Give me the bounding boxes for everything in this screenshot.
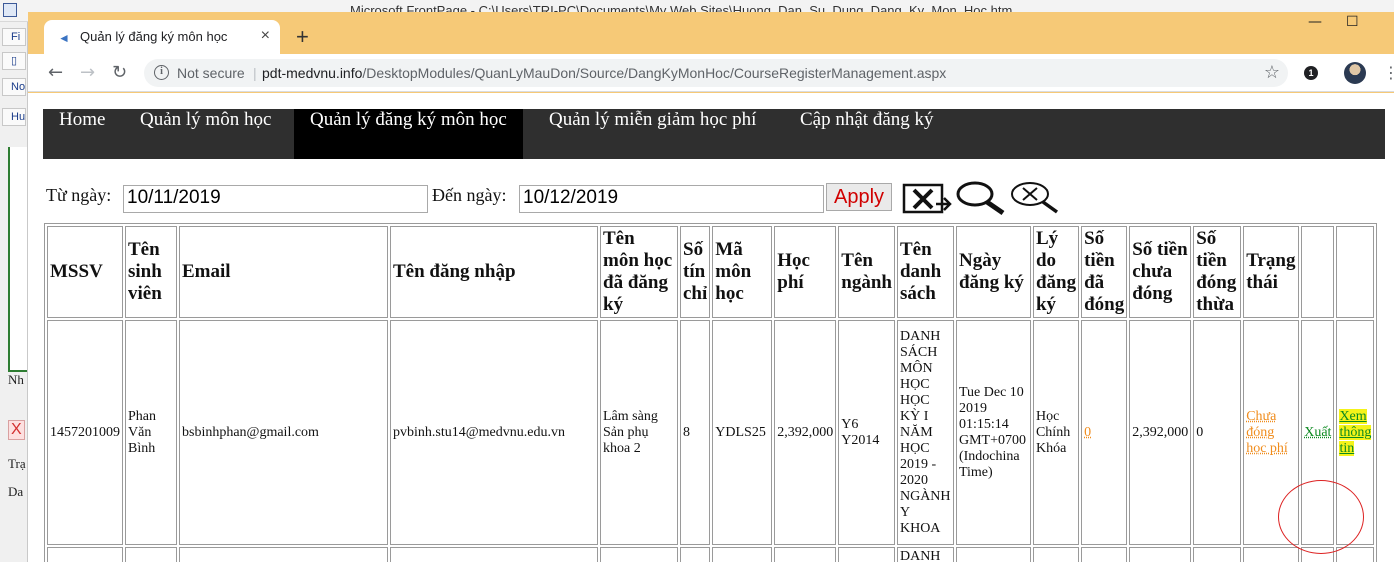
browser-tab[interactable]: ◄ Quản lý đăng ký môn học × (44, 20, 280, 54)
cell-da-dong: 0 (1081, 320, 1127, 545)
forward-arrow-icon[interactable]: → (80, 62, 95, 83)
cell-email: bsbinhphan@gmail.com (179, 320, 388, 545)
cell-chua-dong: 2,392,000 (1129, 320, 1191, 545)
col-trang-thai: Trạng thái (1243, 226, 1299, 318)
cell-ma-mon-hoc: YDLS25 (712, 320, 772, 545)
cell-hoc-phi: 2,392,000 (774, 320, 836, 545)
search-icon[interactable] (955, 180, 1007, 216)
col-xuat (1301, 226, 1334, 318)
excel-export-icon[interactable] (900, 180, 952, 216)
cell-ly-do: Học Chính Khóa (1033, 320, 1079, 545)
main-menu: Home Quản lý môn học Quản lý đăng ký môn… (43, 109, 1385, 159)
table-row: 1457201009 Phan Văn Bình bsbinhphan@gmai… (47, 320, 1374, 545)
frontpage-file-menu[interactable]: Fi (2, 28, 26, 46)
status-badge: Chưa đóng học phí (1246, 409, 1288, 456)
frontpage-page-tab[interactable]: Hu (2, 108, 26, 126)
menu-quan-ly-mien-giam-hoc-phi[interactable]: Quản lý miễn giảm học phí (533, 109, 772, 159)
cell-ten-danh-sach: DANH SÁCH MÔN HỌC HỌC KỲ I NĂM HỌC 2019 … (897, 320, 954, 545)
frontpage-doc-text-2: Trạ (8, 456, 26, 472)
extension-badge-icon[interactable]: 1 (1304, 66, 1318, 80)
cell-dong-thua: 0 (1193, 320, 1241, 545)
col-hoc-phi: Học phí (774, 226, 836, 318)
minimize-button[interactable]: — (1308, 14, 1322, 30)
cell-ten-dang-nhap: pvbinh.stu14@medvnu.edu.vn (390, 320, 598, 545)
address-bar[interactable]: i Not secure | pdt-medvnu.info/DesktopMo… (144, 59, 1288, 87)
col-ngay-dang-ky: Ngày đăng ký (956, 226, 1031, 318)
cell-mssv: 1457201009 (47, 320, 123, 545)
frontpage-style-box[interactable]: No (2, 78, 26, 96)
menu-cap-nhat-dang-ky[interactable]: Cập nhật đăng ký (784, 109, 950, 159)
frontpage-left-panel: Fi ▯ No Hu (0, 22, 28, 562)
url-path: /DesktopModules/QuanLyMauDon/Source/Dang… (362, 65, 946, 81)
col-so-tin-chi: Số tín chỉ (680, 226, 710, 318)
not-secure-label: Not secure (177, 65, 245, 81)
col-xem (1336, 226, 1374, 318)
col-email: Email (179, 226, 388, 318)
frontpage-app-icon (3, 3, 17, 17)
url-host: pdt-medvnu.info (262, 65, 362, 81)
profile-avatar[interactable] (1344, 62, 1366, 84)
address-separator: | (253, 65, 257, 81)
cell-trang-thai: Chưa đóng học phí (1243, 320, 1299, 545)
cell-ten-danh-sach-next: DANH (897, 547, 954, 562)
bookmark-star-icon[interactable]: ☆ (1264, 62, 1280, 83)
view-info-link[interactable]: Xem thông tin (1339, 409, 1371, 456)
reload-icon[interactable]: ↻ (112, 62, 127, 83)
col-so-tien-da-dong: Số tiền đã đóng (1081, 226, 1127, 318)
browser-window: ◄ Quản lý đăng ký môn học × + — ☐ ← → ↻ … (28, 12, 1394, 562)
cell-ten-nganh: Y6 Y2014 (838, 320, 895, 545)
cell-ngay-dang-ky: Tue Dec 10 2019 01:15:14 GMT+0700 (Indoc… (956, 320, 1031, 545)
frontpage-doc-text-3: Da (8, 484, 23, 500)
to-date-input[interactable]: 10/12/2019 (519, 185, 824, 213)
apply-button[interactable]: Apply (826, 183, 892, 211)
clear-search-icon[interactable] (1009, 180, 1061, 216)
col-mssv: MSSV (47, 226, 123, 318)
col-ten-mon-hoc: Tên môn học đã đăng ký (600, 226, 678, 318)
to-date-label: Đến ngày: (432, 185, 506, 206)
back-arrow-icon[interactable]: ← (48, 62, 63, 83)
registration-table: MSSV Tên sinh viên Email Tên đăng nhập T… (44, 223, 1377, 562)
frontpage-folder-panel (8, 147, 28, 372)
col-ten-dang-nhap: Tên đăng nhập (390, 226, 598, 318)
da-dong-link[interactable]: 0 (1084, 425, 1091, 440)
col-so-tien-dong-thua: Số tiền đóng thừa (1193, 226, 1241, 318)
from-date-input[interactable]: 10/11/2019 (123, 185, 428, 213)
cell-so-tin-chi: 8 (680, 320, 710, 545)
browser-toolbar: ← → ↻ i Not secure | pdt-medvnu.info/Des… (28, 54, 1394, 92)
url-text[interactable]: pdt-medvnu.info/DesktopModules/QuanLyMau… (262, 65, 946, 81)
menu-quan-ly-dang-ky-mon-hoc[interactable]: Quản lý đăng ký môn học (294, 109, 523, 159)
cell-xuat: Xuất (1301, 320, 1334, 545)
col-so-tien-chua-dong: Số tiền chưa đóng (1129, 226, 1191, 318)
info-icon[interactable]: i (154, 65, 169, 80)
col-ten-sinh-vien: Tên sinh viên (125, 226, 177, 318)
page-content: Home Quản lý môn học Quản lý đăng ký môn… (28, 93, 1394, 562)
menu-home[interactable]: Home (43, 109, 121, 159)
col-ten-nganh: Tên ngành (838, 226, 895, 318)
col-ma-mon-hoc: Mã môn học (712, 226, 772, 318)
tab-title: Quản lý đăng ký môn học (80, 29, 227, 44)
cell-xem: Xem thông tin (1336, 320, 1374, 545)
table-row-partial: DANH (47, 547, 1374, 562)
col-ten-danh-sach: Tên danh sách (897, 226, 954, 318)
col-ly-do-dang-ky: Lý do đăng ký (1033, 226, 1079, 318)
table-header-row: MSSV Tên sinh viên Email Tên đăng nhập T… (47, 226, 1374, 318)
tab-favicon-icon: ◄ (58, 31, 70, 46)
maximize-button[interactable]: ☐ (1346, 14, 1359, 30)
frontpage-new-icon[interactable]: ▯ (2, 52, 26, 70)
from-date-label: Từ ngày: (46, 185, 111, 206)
cell-ten-sinh-vien: Phan Văn Bình (125, 320, 177, 545)
menu-quan-ly-mon-hoc[interactable]: Quản lý môn học (124, 109, 287, 159)
frontpage-doc-text-1: Nh (8, 372, 24, 388)
tab-close-icon[interactable]: × (261, 27, 270, 45)
frontpage-doc-x-mark: X (8, 420, 25, 440)
new-tab-button[interactable]: + (296, 24, 309, 50)
cell-ten-mon-hoc: Lâm sàng Sản phụ khoa 2 (600, 320, 678, 545)
browser-menu-icon[interactable]: ⋮ (1383, 63, 1394, 82)
export-link[interactable]: Xuất (1304, 425, 1331, 440)
